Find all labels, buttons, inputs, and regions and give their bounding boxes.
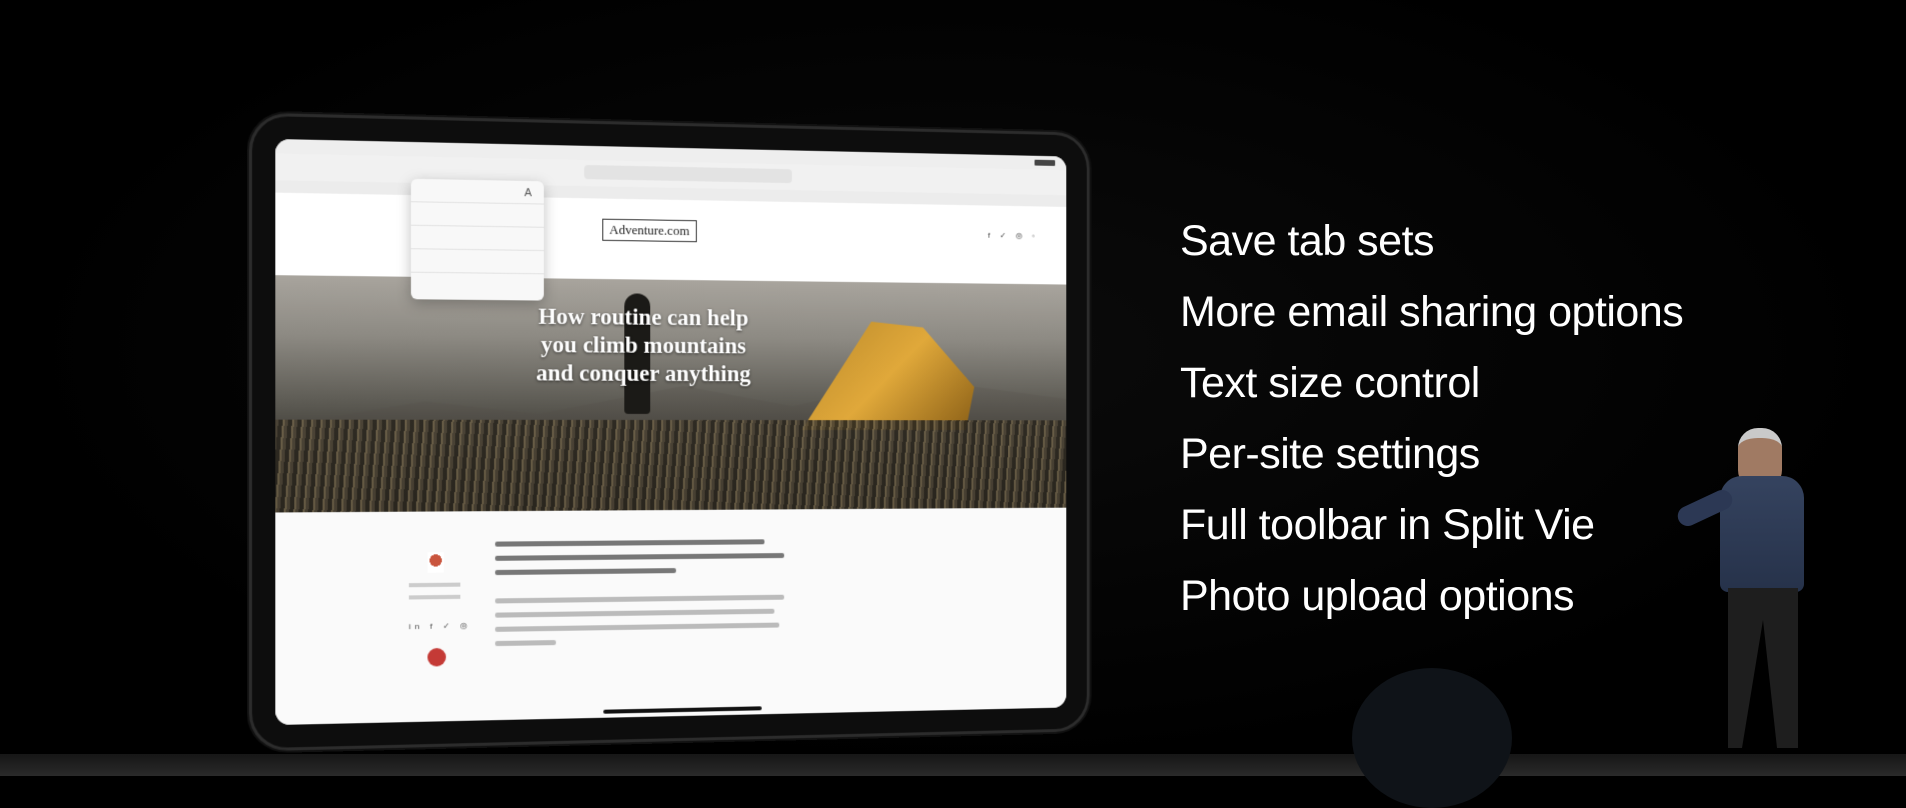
article-paragraphs <box>495 539 794 655</box>
text-size-menu[interactable]: A <box>411 179 544 301</box>
ipad-device: Adventure.com f ✓ ◎ ◦ A How routine can … <box>252 116 1087 749</box>
hero-image: How routine can help you climb mountains… <box>275 275 1066 512</box>
feature-item: Photo upload options <box>1180 561 1683 632</box>
feature-item: Text size control <box>1180 348 1683 419</box>
presenter <box>1700 428 1880 758</box>
feature-list: Save tab sets More email sharing options… <box>1180 206 1683 632</box>
hero-title-line: How routine can help <box>503 302 782 333</box>
author-meta <box>409 583 460 608</box>
site-logo[interactable]: Adventure.com <box>602 219 696 243</box>
author-avatar <box>427 552 443 573</box>
social-icons: f ✓ ◎ ◦ <box>988 231 1038 241</box>
text-size-icon[interactable]: A <box>524 187 531 199</box>
menu-row[interactable] <box>411 249 544 274</box>
hero-title: How routine can help you climb mountains… <box>503 302 782 388</box>
feature-item: More email sharing options <box>1180 277 1683 348</box>
feature-item: Full toolbar in Split Vie <box>1180 490 1683 561</box>
ipad-screen: Adventure.com f ✓ ◎ ◦ A How routine can … <box>275 139 1066 725</box>
hero-title-line: you climb mountains <box>503 331 782 361</box>
hero-tent <box>802 321 975 430</box>
presenter-torso <box>1720 476 1804 592</box>
keynote-stage: Adventure.com f ✓ ◎ ◦ A How routine can … <box>0 0 1906 776</box>
badge-icon <box>427 648 446 667</box>
battery-icon <box>1035 160 1056 166</box>
feature-item: Save tab sets <box>1180 206 1683 277</box>
presenter-legs <box>1728 588 1798 748</box>
menu-row-text-size[interactable]: A <box>411 179 544 205</box>
home-indicator <box>603 706 761 713</box>
address-field[interactable] <box>584 165 792 183</box>
feature-item: Per-site settings <box>1180 419 1683 490</box>
site-header: Adventure.com f ✓ ◎ ◦ <box>275 193 1066 285</box>
hero-title-line: and conquer anything <box>503 359 782 388</box>
share-icons[interactable]: in f ✓ ◎ <box>409 621 472 631</box>
article-body: in f ✓ ◎ <box>275 508 1066 725</box>
audience-silhouette <box>1352 668 1512 808</box>
hero-grass <box>275 420 1066 513</box>
stage-floor <box>0 754 1906 776</box>
menu-row[interactable] <box>411 202 544 228</box>
menu-row[interactable] <box>411 226 544 251</box>
